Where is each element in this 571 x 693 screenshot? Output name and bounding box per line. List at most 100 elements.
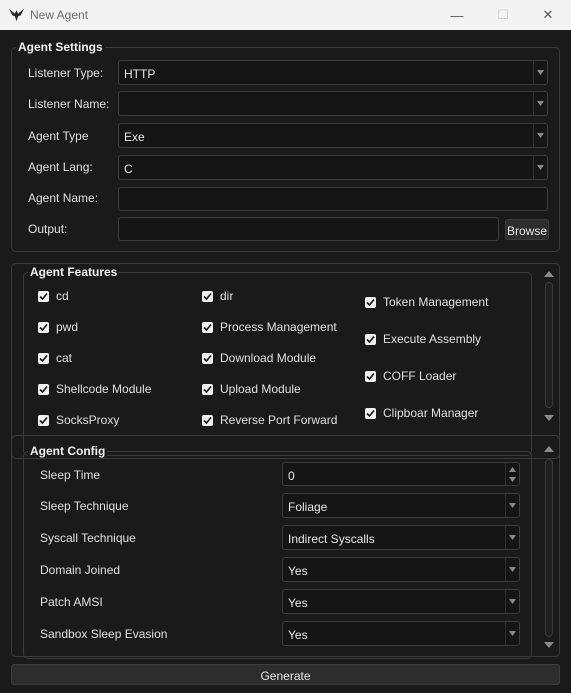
checkbox-box[interactable] <box>202 321 213 333</box>
check-icon <box>39 323 48 331</box>
agent-features-title: Agent Features <box>28 265 120 279</box>
feature-checkbox[interactable]: Reverse Port Forward <box>202 412 337 428</box>
feature-checkbox[interactable]: dir <box>202 288 233 304</box>
agent-lang-combo[interactable]: C <box>118 155 548 180</box>
config-scroll-track[interactable] <box>545 459 553 637</box>
feature-checkbox[interactable]: Upload Module <box>202 381 301 397</box>
domain-joined-combo[interactable]: Yes <box>282 557 520 582</box>
feature-checkbox[interactable]: Clipboar Manager <box>365 405 478 421</box>
checkbox-box[interactable] <box>365 407 376 419</box>
checkbox-box[interactable] <box>38 352 49 364</box>
generate-button[interactable]: Generate <box>11 664 560 685</box>
checkbox-box[interactable] <box>202 414 213 426</box>
sandbox-sleep-evasion-value: Yes <box>288 628 308 642</box>
sandbox-sleep-evasion-combo[interactable]: Yes <box>282 621 520 646</box>
checkbox-box[interactable] <box>202 383 213 395</box>
minimize-icon[interactable]: — <box>434 0 480 30</box>
syscall-technique-value: Indirect Syscalls <box>288 532 375 546</box>
chevron-down-icon[interactable] <box>544 641 554 649</box>
patch-amsi-value: Yes <box>288 596 308 610</box>
agent-name-input[interactable] <box>118 187 548 211</box>
patch-amsi-combo[interactable]: Yes <box>282 589 520 614</box>
chevron-down-icon <box>533 124 547 147</box>
chevron-up-icon[interactable] <box>509 467 516 472</box>
chevron-down-icon <box>505 622 519 645</box>
feature-checkbox[interactable]: cat <box>38 350 72 366</box>
checkbox-box[interactable] <box>202 290 213 302</box>
checkbox-box[interactable] <box>365 333 376 345</box>
feature-label: pwd <box>56 320 79 334</box>
sleep-technique-combo[interactable]: Foliage <box>282 493 520 518</box>
feature-checkbox[interactable]: Execute Assembly <box>365 331 481 347</box>
syscall-technique-label: Syscall Technique <box>40 531 136 545</box>
listener-name-combo[interactable] <box>118 91 548 116</box>
feature-checkbox[interactable]: Download Module <box>202 350 316 366</box>
feature-checkbox[interactable]: cd <box>38 288 69 304</box>
config-scrollbar[interactable] <box>542 445 556 651</box>
check-icon <box>39 292 48 300</box>
window-title: New Agent <box>30 8 89 22</box>
chevron-down-icon <box>533 61 547 84</box>
listener-type-label: Listener Type: <box>28 66 104 80</box>
sleep-time-label: Sleep Time <box>40 468 101 482</box>
feature-label: Execute Assembly <box>383 332 482 346</box>
feature-label: cat <box>56 351 73 365</box>
spin-arrows[interactable] <box>505 463 519 486</box>
feature-checkbox[interactable]: SocksProxy <box>38 412 119 428</box>
chevron-up-icon[interactable] <box>544 445 554 453</box>
patch-amsi-label: Patch AMSI <box>40 595 103 609</box>
checkbox-box[interactable] <box>202 352 213 364</box>
output-label: Output: <box>28 222 68 236</box>
check-icon <box>39 385 48 393</box>
output-input[interactable] <box>118 217 499 241</box>
app-logo-icon <box>8 8 25 22</box>
feature-label: cd <box>56 289 69 303</box>
chevron-down-icon[interactable] <box>544 414 554 422</box>
feature-label: Clipboar Manager <box>383 406 479 420</box>
feature-checkbox[interactable]: Token Management <box>365 294 488 310</box>
feature-checkbox[interactable]: pwd <box>38 319 78 335</box>
title-bar: New Agent — ☐ ✕ <box>0 0 571 30</box>
agent-type-combo[interactable]: Exe <box>118 123 548 148</box>
features-scroll-track[interactable] <box>545 282 553 408</box>
features-scrollbar[interactable] <box>542 270 556 425</box>
check-icon <box>203 385 212 393</box>
check-icon <box>366 372 375 380</box>
checkbox-box[interactable] <box>38 383 49 395</box>
check-icon <box>366 298 375 306</box>
checkbox-box[interactable] <box>38 414 49 426</box>
chevron-down-icon <box>505 494 519 517</box>
browse-button[interactable]: Browse <box>505 219 549 240</box>
feature-label: Download Module <box>220 351 317 365</box>
checkbox-box[interactable] <box>38 321 49 333</box>
agent-settings-title: Agent Settings <box>16 40 105 54</box>
checkbox-box[interactable] <box>38 290 49 302</box>
check-icon <box>203 354 212 362</box>
checkbox-box[interactable] <box>365 296 376 308</box>
checkbox-box[interactable] <box>365 370 376 382</box>
check-icon <box>39 354 48 362</box>
agent-name-label: Agent Name: <box>28 191 99 205</box>
chevron-down-icon <box>505 558 519 581</box>
chevron-up-icon[interactable] <box>544 270 554 278</box>
feature-checkbox[interactable]: COFF Loader <box>365 368 456 384</box>
sandbox-sleep-evasion-label: Sandbox Sleep Evasion <box>40 627 168 641</box>
maximize-icon[interactable]: ☐ <box>480 0 526 30</box>
close-icon[interactable]: ✕ <box>525 0 571 30</box>
listener-name-label: Listener Name: <box>28 97 110 111</box>
agent-config-title: Agent Config <box>28 444 108 458</box>
agent-type-value: Exe <box>124 130 145 144</box>
feature-label: dir <box>220 289 234 303</box>
syscall-technique-combo[interactable]: Indirect Syscalls <box>282 525 520 550</box>
sleep-time-value: 0 <box>288 469 295 483</box>
feature-checkbox[interactable]: Process Management <box>202 319 337 335</box>
feature-checkbox[interactable]: Shellcode Module <box>38 381 151 397</box>
check-icon <box>39 416 48 424</box>
feature-label: Reverse Port Forward <box>220 413 338 427</box>
chevron-down-icon[interactable] <box>509 477 516 482</box>
listener-type-combo[interactable]: HTTP <box>118 60 548 85</box>
sleep-time-spinbox[interactable]: 0 <box>282 462 520 486</box>
check-icon <box>366 409 375 417</box>
dialog-body: Agent Settings Listener Type: HTTP Liste… <box>0 30 571 693</box>
sleep-technique-value: Foliage <box>288 500 328 514</box>
